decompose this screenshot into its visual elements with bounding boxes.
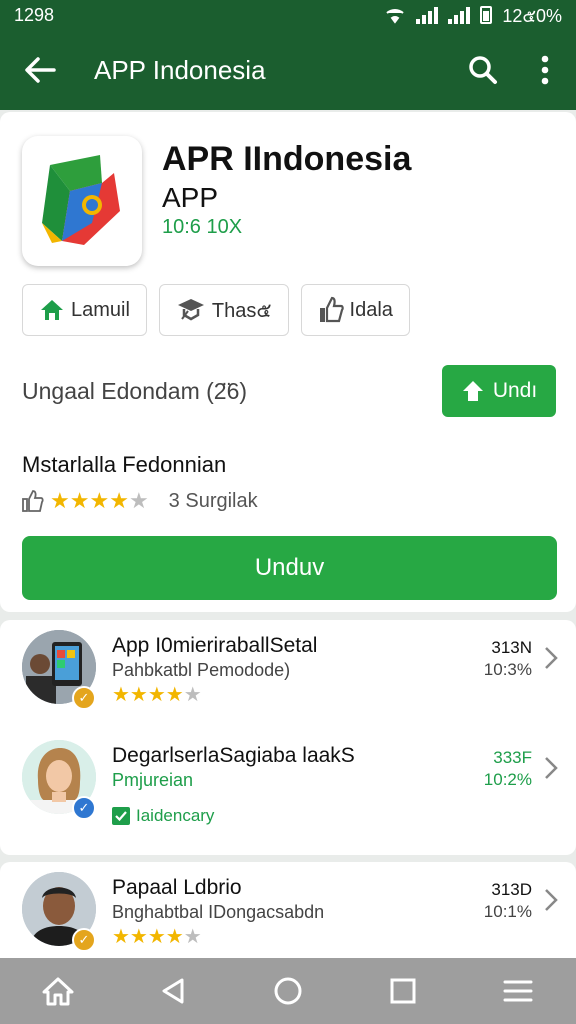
verified-badge-icon: ✓	[72, 928, 96, 952]
chip-education-label: Thas๕	[211, 300, 272, 322]
chevron-right-icon	[545, 757, 558, 779]
upload-home-icon	[462, 381, 483, 401]
system-nav-bar	[0, 958, 576, 1024]
menu-icon	[503, 980, 533, 1002]
item-size: 333F	[493, 748, 532, 767]
star-4: ★	[109, 488, 129, 513]
status-battery-text: 12๕0%	[502, 5, 562, 26]
app-subtitle: APP	[162, 182, 219, 213]
item-subtitle: Pahbkatbl Pemodode)	[112, 660, 291, 680]
item-stars: ★★★★★	[112, 926, 202, 948]
thumbs-up-outline-icon	[22, 490, 44, 512]
nav-back-button[interactable]	[143, 961, 203, 1021]
star-3: ★	[89, 488, 110, 513]
action-chips: Lamuil Thas๕ Idala	[22, 284, 410, 336]
item-title: Papaal Ldbrio	[112, 876, 242, 899]
item-percent: 10:2%	[483, 770, 532, 789]
item-title: App I0mieriraballSetal	[112, 634, 318, 657]
triangle-back-icon	[162, 978, 184, 1004]
search-icon	[469, 56, 497, 84]
chevron-right-icon	[545, 647, 558, 669]
star-2: ★	[69, 488, 90, 513]
thumbs-up-icon	[319, 296, 344, 323]
wifi-icon	[386, 9, 404, 24]
verified-badge-icon: ✓	[72, 686, 96, 710]
app-name: APR IIndonesia	[162, 140, 412, 178]
app-bar: APP Indonesia	[0, 30, 576, 110]
nav-home-circle-button[interactable]	[258, 961, 318, 1021]
more-vert-icon	[541, 55, 549, 85]
download-button[interactable]: Unduv	[22, 536, 557, 600]
chip-like-label: Idala	[349, 298, 393, 321]
developer-rating: ★★★★★ 3 Surgilak	[22, 488, 258, 514]
circle-icon	[274, 977, 302, 1005]
arrow-left-icon	[25, 57, 56, 83]
related-list-2: ✓ Papaal Ldbrio Bnghabtbal IDongacsabdn …	[0, 862, 576, 972]
status-time: 1298	[14, 4, 55, 25]
chip-home[interactable]: Lamuil	[22, 284, 147, 336]
install-row-label: Ungaal Edondam (2̈6)	[22, 378, 248, 404]
chevron-right-icon	[545, 889, 558, 911]
star-5: ★	[128, 488, 149, 513]
related-list: ✓ App I0mieriraballSetal Pahbkatbl Pemod…	[0, 620, 576, 855]
item-size: 313N	[491, 638, 532, 657]
item-size: 313D	[491, 880, 532, 899]
verified-badge-icon: ✓	[72, 796, 96, 820]
battery-icon	[480, 6, 493, 24]
square-icon	[390, 978, 416, 1004]
graduation-cap-icon	[177, 299, 204, 321]
item-percent: 10:3%	[483, 660, 532, 679]
search-button[interactable]	[452, 30, 514, 110]
review-count: 3 Surgilak	[168, 489, 258, 512]
small-download-button[interactable]: Undı	[442, 365, 556, 417]
back-button[interactable]	[0, 30, 80, 110]
nav-home-button[interactable]	[28, 961, 88, 1021]
app-detail-card: APR IIndonesia APP 10:6 10X Lamuil Thas๕…	[0, 112, 576, 612]
item-subtitle: Pmjureian	[112, 770, 194, 790]
list-item[interactable]: ✓ App I0mieriraballSetal Pahbkatbl Pemod…	[0, 620, 576, 730]
chip-education[interactable]: Thas๕	[158, 284, 289, 336]
star-1: ★	[50, 488, 70, 513]
signal-icon	[416, 6, 439, 24]
nav-recents-button[interactable]	[373, 961, 433, 1021]
list-item[interactable]: ✓ Papaal Ldbrio Bnghabtbal IDongacsabdn …	[0, 862, 576, 972]
chip-home-label: Lamuil	[71, 298, 130, 321]
home-icon	[42, 977, 74, 1006]
item-title: DegarlserlaSagiaba laakS	[112, 744, 355, 767]
check-icon	[112, 807, 130, 825]
list-item[interactable]: ✓ DegarlserlaSagiaba laakS Pmjureian Iai…	[0, 730, 576, 840]
item-stars: ★★★★★	[112, 684, 202, 706]
small-download-label: Undı	[492, 379, 538, 402]
item-subtitle: Bnghabtbal IDongacsabdn	[112, 902, 325, 922]
page-title: APP Indonesia	[94, 54, 266, 85]
signal-icon-2	[448, 6, 471, 24]
app-meta: 10:6 10X	[162, 216, 243, 238]
chip-like[interactable]: Idala	[300, 284, 410, 336]
home-icon	[41, 300, 63, 320]
rating-stars: ★★★★★	[50, 488, 149, 514]
more-options-button[interactable]	[514, 30, 576, 110]
verified-label: Iaidencary	[112, 806, 214, 826]
developer-name: Mstarlalla Fedonnian	[22, 452, 227, 477]
app-logo-icon	[22, 136, 142, 266]
verified-text: Iaidencary	[136, 806, 215, 825]
item-percent: 10:1%	[483, 902, 532, 921]
status-bar: 1298 12๕0%	[0, 0, 576, 30]
nav-menu-button[interactable]	[488, 961, 548, 1021]
status-icons: 12๕0%	[384, 1, 562, 30]
